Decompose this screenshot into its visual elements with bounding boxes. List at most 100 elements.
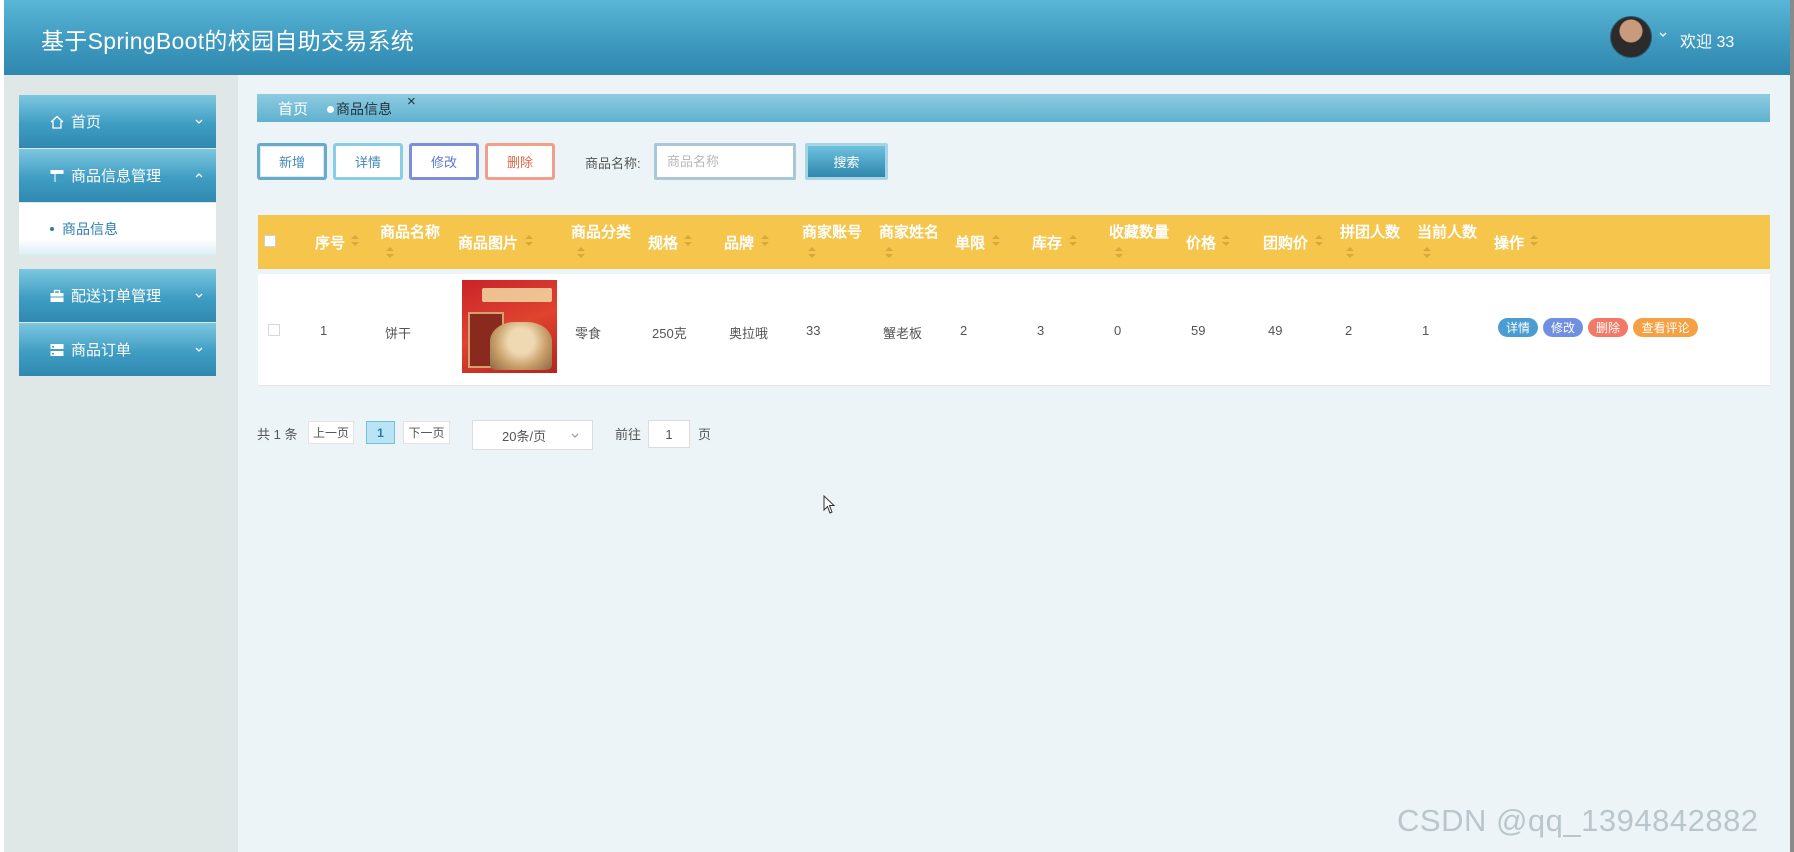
row-delete-button[interactable]: 删除 <box>1588 318 1628 337</box>
tab-home[interactable]: 首页 <box>278 98 308 119</box>
search-button[interactable]: 搜索 <box>805 143 888 180</box>
mouse-cursor-icon <box>823 495 836 514</box>
top-header: 基于SpringBoot的校园自助交易系统 <box>4 0 1790 75</box>
edit-button[interactable]: 修改 <box>409 143 479 180</box>
sort-icon[interactable] <box>808 247 816 259</box>
sort-icon[interactable] <box>1346 247 1354 259</box>
search-label: 商品名称: <box>585 156 641 171</box>
sidebar-item-home[interactable]: 首页 <box>19 95 216 148</box>
product-image[interactable] <box>462 280 557 373</box>
sort-icon[interactable] <box>1530 235 1538 247</box>
sort-icon[interactable] <box>351 235 359 247</box>
next-page-button[interactable]: 下一页 <box>403 421 450 444</box>
sort-icon[interactable] <box>1069 235 1077 247</box>
sort-icon[interactable] <box>761 235 769 247</box>
tab-bar: 首页 商品信息 × <box>257 93 1770 122</box>
delete-button[interactable]: 删除 <box>485 143 555 180</box>
sort-icon[interactable] <box>386 247 394 259</box>
window-border <box>1790 0 1794 852</box>
active-dot-icon <box>327 105 334 113</box>
chevron-down-icon <box>195 119 203 124</box>
cell-group-price: 49 <box>1268 323 1283 338</box>
sort-icon[interactable] <box>1115 247 1123 259</box>
cell-merchant-account: 33 <box>806 323 821 338</box>
page-size-select[interactable]: 20条/页 <box>472 420 593 450</box>
cell-group-size: 2 <box>1345 323 1353 338</box>
select-all-checkbox[interactable] <box>264 235 276 247</box>
detail-button[interactable]: 详情 <box>333 143 403 180</box>
add-button[interactable]: 新增 <box>257 143 327 180</box>
row-detail-button[interactable]: 详情 <box>1498 318 1538 337</box>
cell-limit: 2 <box>960 323 968 338</box>
prev-page-button[interactable]: 上一页 <box>308 421 354 444</box>
sort-icon[interactable] <box>525 235 533 247</box>
sort-icon[interactable] <box>1315 235 1323 247</box>
search-input[interactable] <box>654 143 796 180</box>
row-comments-button[interactable]: 查看评论 <box>1633 318 1698 337</box>
column-header-group-size[interactable]: 拼团人数 <box>1340 221 1400 242</box>
watermark: CSDN @qq_1394842882 <box>1397 803 1759 838</box>
column-header-merchant-account[interactable]: 商家账号 <box>802 221 862 242</box>
sort-icon[interactable] <box>992 235 1000 247</box>
column-header-category[interactable]: 商品分类 <box>571 221 631 242</box>
column-header-brand[interactable]: 品牌 <box>724 232 754 253</box>
chevron-down-icon[interactable] <box>1658 30 1668 40</box>
image-banner <box>482 288 552 302</box>
app-title: 基于SpringBoot的校园自助交易系统 <box>41 28 415 54</box>
column-header-favorites[interactable]: 收藏数量 <box>1109 221 1169 242</box>
sidebar-subitem-product-info[interactable]: 商品信息 <box>19 203 216 255</box>
home-icon <box>48 113 66 131</box>
sidebar-item-delivery-orders[interactable]: 配送订单管理 <box>19 269 216 322</box>
pagination-total: 共 1 条 <box>257 427 298 442</box>
briefcase-icon <box>48 287 66 305</box>
sidebar-subitem-label: 商品信息 <box>62 221 118 237</box>
column-header-index[interactable]: 序号 <box>315 232 345 253</box>
cell-favorites: 0 <box>1114 323 1122 338</box>
close-icon[interactable]: × <box>407 93 416 110</box>
sidebar-item-product-orders[interactable]: 商品订单 <box>19 323 216 376</box>
column-header-merchant-name[interactable]: 商家姓名 <box>879 221 939 242</box>
cell-brand: 奥拉哦 <box>729 326 769 341</box>
column-header-spec[interactable]: 规格 <box>648 232 678 253</box>
tab-product-info[interactable]: 商品信息 <box>327 99 392 119</box>
sidebar-item-product-management[interactable]: 商品信息管理 <box>19 149 216 202</box>
row-checkbox[interactable] <box>268 324 280 336</box>
column-header-current-count[interactable]: 当前人数 <box>1417 221 1477 242</box>
column-header-stock[interactable]: 库存 <box>1032 232 1062 253</box>
cell-name: 饼干 <box>385 326 412 341</box>
column-header-limit[interactable]: 单限 <box>955 232 985 253</box>
chevron-up-icon <box>195 173 203 178</box>
goto-page-input[interactable]: 1 <box>648 420 690 448</box>
table-icon <box>48 167 66 185</box>
cell-current-count: 1 <box>1422 323 1430 338</box>
page-suffix: 页 <box>698 427 712 442</box>
sort-icon[interactable] <box>577 247 585 259</box>
server-icon <box>48 341 66 359</box>
sort-icon[interactable] <box>1423 247 1431 259</box>
page-number-button[interactable]: 1 <box>366 421 395 444</box>
goto-label: 前往 <box>615 427 642 442</box>
cell-spec: 250克 <box>652 326 687 341</box>
cell-index: 1 <box>320 323 328 338</box>
column-header-actions[interactable]: 操作 <box>1494 232 1524 253</box>
bullet-icon <box>50 227 54 231</box>
tab-label: 商品信息 <box>336 101 392 117</box>
cell-category: 零食 <box>575 326 602 341</box>
column-header-image[interactable]: 商品图片 <box>458 232 518 253</box>
sort-icon[interactable] <box>684 235 692 247</box>
sidebar-item-label: 商品订单 <box>71 342 132 359</box>
sort-icon[interactable] <box>1222 235 1230 247</box>
sidebar-item-label: 首页 <box>71 114 102 131</box>
welcome-text: 欢迎 33 <box>1680 34 1735 51</box>
user-avatar[interactable] <box>1610 16 1652 58</box>
cell-price: 59 <box>1191 323 1206 338</box>
column-header-group-price[interactable]: 团购价 <box>1263 232 1308 253</box>
sidebar-item-label: 配送订单管理 <box>71 288 162 305</box>
sort-icon[interactable] <box>885 247 893 259</box>
chevron-down-icon <box>195 293 203 298</box>
main-content <box>238 75 1790 852</box>
row-edit-button[interactable]: 修改 <box>1543 318 1583 337</box>
column-header-name[interactable]: 商品名称 <box>380 221 440 242</box>
column-header-price[interactable]: 价格 <box>1186 232 1216 253</box>
cell-merchant-name: 蟹老板 <box>883 326 923 341</box>
